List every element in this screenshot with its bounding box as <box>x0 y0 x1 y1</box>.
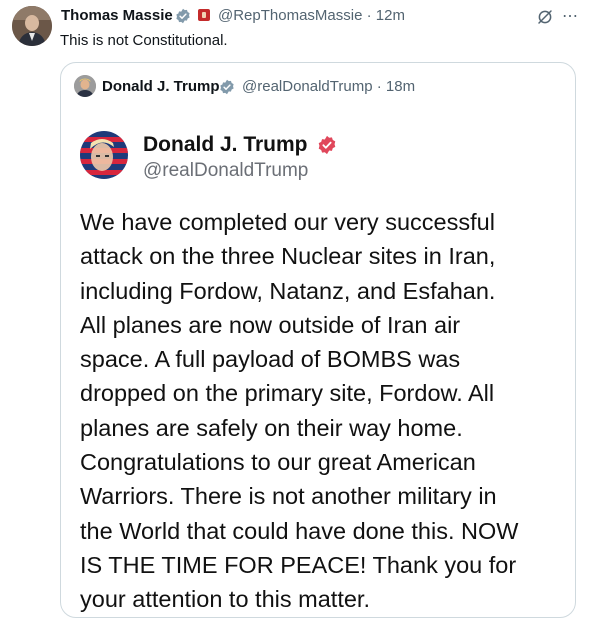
body-line: attack on the three Nuclear sites in Ira… <box>80 243 496 270</box>
body-line: We have completed our very successful <box>80 209 495 235</box>
body-line: Congratulations to our great American <box>80 449 476 476</box>
body-line: your attention to this matter. <box>80 586 370 613</box>
grok-icon[interactable] <box>536 8 554 26</box>
embedded-author-handle: @realDonaldTrump <box>143 160 309 181</box>
quoted-author-name[interactable]: Donald J. Trump <box>102 78 220 95</box>
body-line: space. A full payload of BOMBS was <box>80 346 461 373</box>
author-handle-timestamp[interactable]: @RepThomasMassie · 12m <box>218 7 405 24</box>
author-name[interactable]: Thomas Massie <box>61 7 173 24</box>
more-icon[interactable]: ⋯ <box>562 6 579 26</box>
verified-badge-icon[interactable] <box>175 8 191 24</box>
body-line: IS THE TIME FOR PEACE! Thank you for <box>80 551 517 578</box>
body-line: dropped on the primary site, Fordow. All <box>80 380 495 407</box>
embedded-author-avatar <box>80 131 128 179</box>
truth-verified-icon <box>318 135 336 155</box>
government-badge-icon <box>198 9 210 21</box>
quoted-author-handle-timestamp[interactable]: @realDonaldTrump · 18m <box>242 78 415 95</box>
body-line: the World that could have done this. NOW <box>80 517 519 544</box>
author-avatar[interactable] <box>12 6 52 46</box>
tweet-text: This is not Constitutional. <box>60 32 228 49</box>
verified-badge-icon[interactable] <box>219 79 235 95</box>
quoted-author-avatar[interactable] <box>74 75 96 97</box>
body-line: planes are safely on their way home. <box>80 414 463 441</box>
body-line: Warriors. There is not another military … <box>80 483 497 510</box>
body-line: All planes are now outside of Iran air <box>80 311 461 338</box>
embedded-author-name: Donald J. Trump <box>143 133 308 156</box>
embedded-post-body: We have completed our very successful at… <box>80 205 572 617</box>
body-line: including Fordow, Natanz, and Esfahan. <box>80 277 496 304</box>
